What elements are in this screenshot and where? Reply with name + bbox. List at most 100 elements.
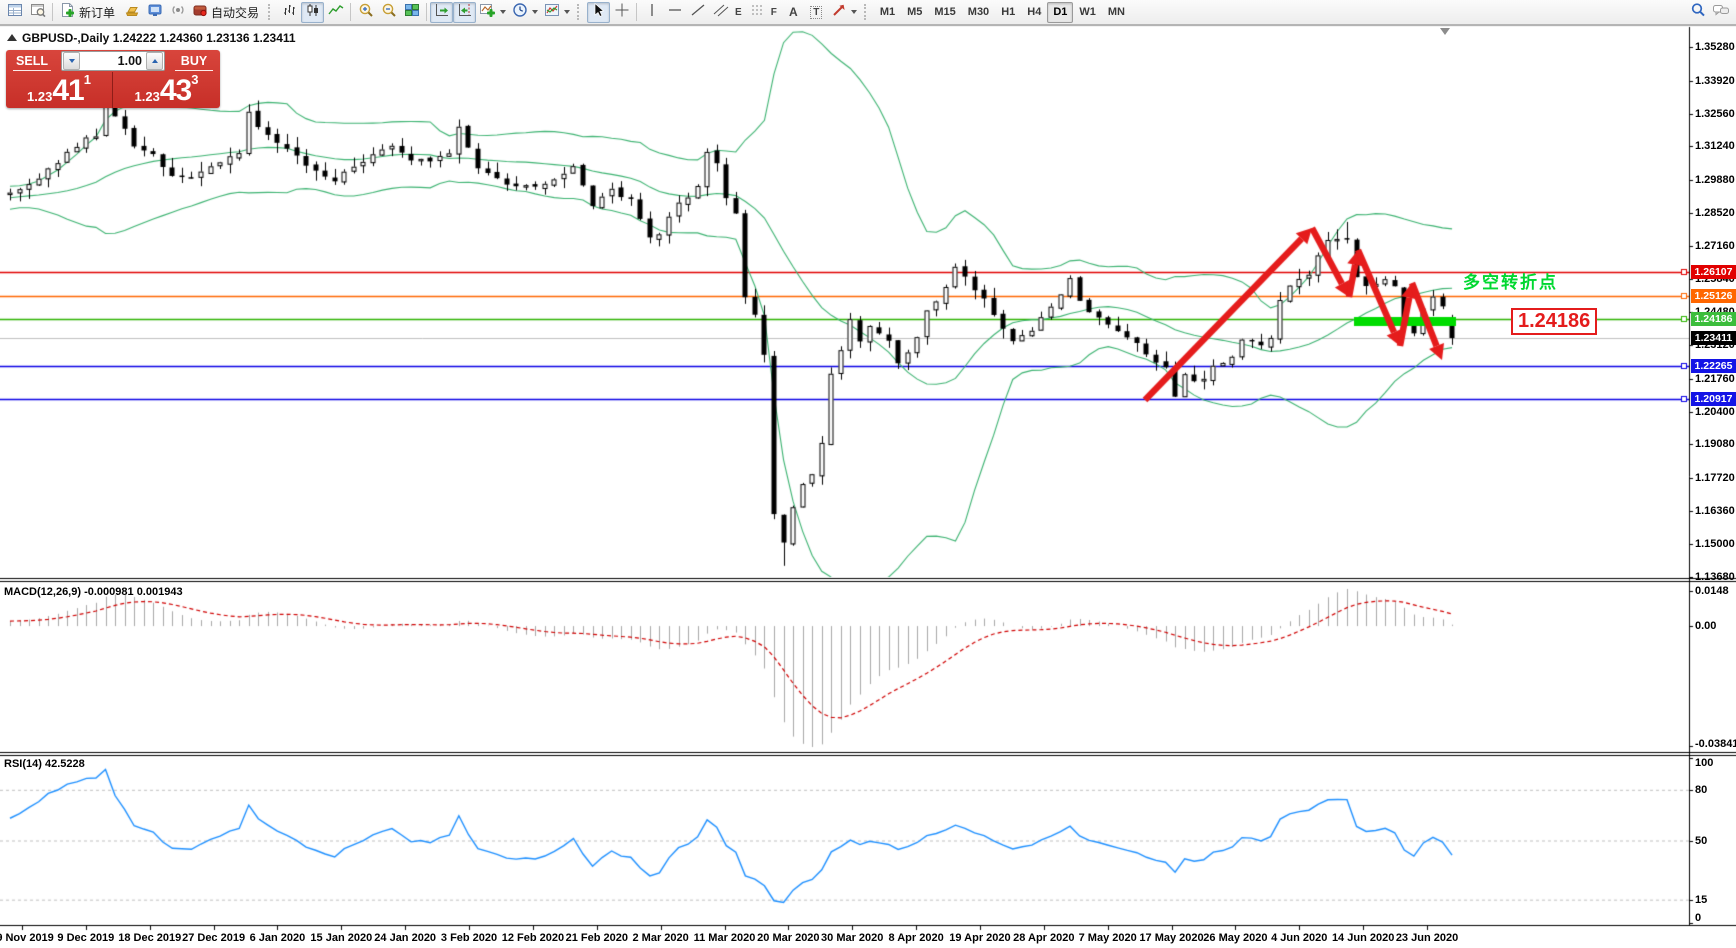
toolbar: 新订单 自动交易 E F A T M1 M5 M15 M30 H1 H4 D1 …	[0, 0, 1736, 25]
tile-windows-icon	[404, 2, 420, 23]
chart-title: GBPUSD-,Daily 1.24222 1.24360 1.23136 1.…	[22, 31, 296, 45]
channel-icon	[712, 2, 730, 23]
arrows-icon	[831, 2, 847, 23]
community-button[interactable]	[143, 2, 166, 23]
one-click-trading-panel: SELL BUY 1.23 41 1 1.23 43 3	[6, 50, 220, 108]
trendline-button[interactable]	[686, 2, 709, 23]
vertical-line-icon	[646, 2, 658, 23]
timeframe-h1-button[interactable]: H1	[995, 2, 1021, 23]
auto-trading-button[interactable]: 自动交易	[189, 2, 264, 23]
indicators-dropdown-icon[interactable]	[500, 10, 507, 14]
fibonacci-button[interactable]: F	[747, 2, 782, 23]
volume-down-button[interactable]	[63, 52, 80, 70]
timeframe-m30-button[interactable]: M30	[962, 2, 995, 23]
horizontal-line-icon	[667, 2, 683, 23]
templates-dropdown-icon[interactable]	[564, 10, 571, 14]
news-button[interactable]	[166, 2, 189, 23]
fibonacci-icon	[750, 2, 766, 23]
templates-button[interactable]	[541, 2, 573, 23]
crosshair-icon	[614, 2, 630, 23]
channel-letter: E	[735, 6, 742, 18]
chart-title-symbol: GBPUSD-,Daily	[22, 31, 110, 45]
community-icon	[147, 2, 163, 23]
zoom-out-button[interactable]	[377, 2, 400, 23]
buy-button[interactable]: BUY	[168, 54, 220, 71]
toolbar-separator	[52, 3, 53, 21]
data-window-icon	[30, 2, 46, 23]
text-icon: A	[788, 5, 798, 19]
broadcast-icon	[170, 2, 186, 23]
data-window-button[interactable]	[26, 2, 49, 23]
timeframe-mn-button[interactable]: MN	[1102, 2, 1131, 23]
volume-up-button[interactable]	[146, 52, 163, 70]
chat-button[interactable]	[1709, 2, 1733, 23]
cursor-icon	[591, 2, 607, 23]
gold-button[interactable]	[120, 2, 143, 23]
sell-price-small: 1.23	[27, 89, 53, 104]
zoom-in-button[interactable]	[354, 2, 377, 23]
market-watch-button[interactable]	[3, 2, 26, 23]
vertical-line-button[interactable]	[640, 2, 663, 23]
timeframe-m1-button[interactable]: M1	[874, 2, 901, 23]
main-chart-canvas[interactable]	[0, 0, 1736, 948]
periods-button[interactable]	[509, 2, 541, 23]
chart-shift-button[interactable]	[453, 1, 477, 23]
auto-scroll-icon	[434, 2, 450, 23]
line-chart-button[interactable]	[324, 2, 347, 23]
gold-ingot-icon	[124, 2, 140, 23]
toolbar-separator	[350, 3, 352, 21]
fib-letter: F	[770, 6, 777, 18]
one-click-collapse-icon[interactable]	[7, 34, 17, 41]
trendline-icon	[690, 2, 706, 23]
search-icon	[1690, 2, 1706, 23]
cursor-button[interactable]	[587, 1, 611, 23]
timeframe-w1-button[interactable]: W1	[1073, 2, 1102, 23]
timeframe-d1-button[interactable]: D1	[1047, 1, 1074, 23]
auto-trading-label: 自动交易	[211, 5, 260, 20]
line-chart-icon	[327, 2, 344, 23]
new-order-label: 新订单	[79, 5, 116, 20]
horizontal-line-button[interactable]	[663, 2, 686, 23]
buy-price-big: 43	[159, 74, 192, 107]
sell-price-big: 41	[52, 74, 84, 107]
auto-scroll-button[interactable]	[430, 1, 454, 23]
sell-price[interactable]: 1.23 41 1	[6, 72, 113, 108]
new-order-button[interactable]: 新订单	[56, 2, 120, 23]
volume-control	[61, 51, 165, 71]
search-button[interactable]	[1686, 2, 1709, 23]
timeframe-h4-button[interactable]: H4	[1021, 2, 1047, 23]
zoom-in-icon	[358, 2, 374, 23]
toolbar-drag-handle[interactable]	[863, 4, 870, 20]
text-button[interactable]: A	[782, 2, 805, 23]
price-annotation-box[interactable]: 1.24186	[1511, 308, 1598, 335]
bar-chart-button[interactable]	[278, 2, 301, 23]
bar-chart-icon	[282, 2, 298, 23]
buy-price[interactable]: 1.23 43 3	[113, 72, 220, 108]
candlestick-button[interactable]	[301, 1, 325, 23]
chart-shift-icon	[457, 2, 473, 23]
timeframe-m5-button[interactable]: M5	[901, 2, 928, 23]
sell-button[interactable]: SELL	[6, 54, 58, 71]
tile-windows-button[interactable]	[400, 2, 423, 23]
auto-trading-icon	[192, 2, 208, 23]
text-label-button[interactable]: T	[805, 2, 828, 23]
turning-point-annotation[interactable]: 多空转折点	[1463, 268, 1558, 293]
equidistant-channel-button[interactable]: E	[709, 2, 747, 23]
crosshair-button[interactable]	[610, 2, 633, 23]
indicators-button[interactable]	[476, 2, 509, 23]
volume-input[interactable]	[81, 54, 145, 68]
clock-icon	[512, 2, 528, 23]
terminal-window: 新订单 自动交易 E F A T M1 M5 M15 M30 H1 H4 D1 …	[0, 0, 1736, 948]
toolbar-drag-handle[interactable]	[268, 4, 274, 20]
toolbar-drag-handle[interactable]	[577, 4, 583, 20]
sell-price-sup: 1	[83, 72, 91, 87]
periods-dropdown-icon[interactable]	[532, 10, 539, 14]
timeframe-m15-button[interactable]: M15	[928, 2, 961, 23]
arrows-dropdown-icon[interactable]	[850, 10, 857, 14]
toolbar-separator	[636, 3, 638, 21]
text-label-icon: T	[810, 5, 823, 19]
market-watch-icon	[7, 2, 23, 23]
buy-price-sup: 3	[191, 72, 199, 87]
arrows-button[interactable]	[828, 2, 860, 23]
template-icon	[544, 2, 560, 23]
